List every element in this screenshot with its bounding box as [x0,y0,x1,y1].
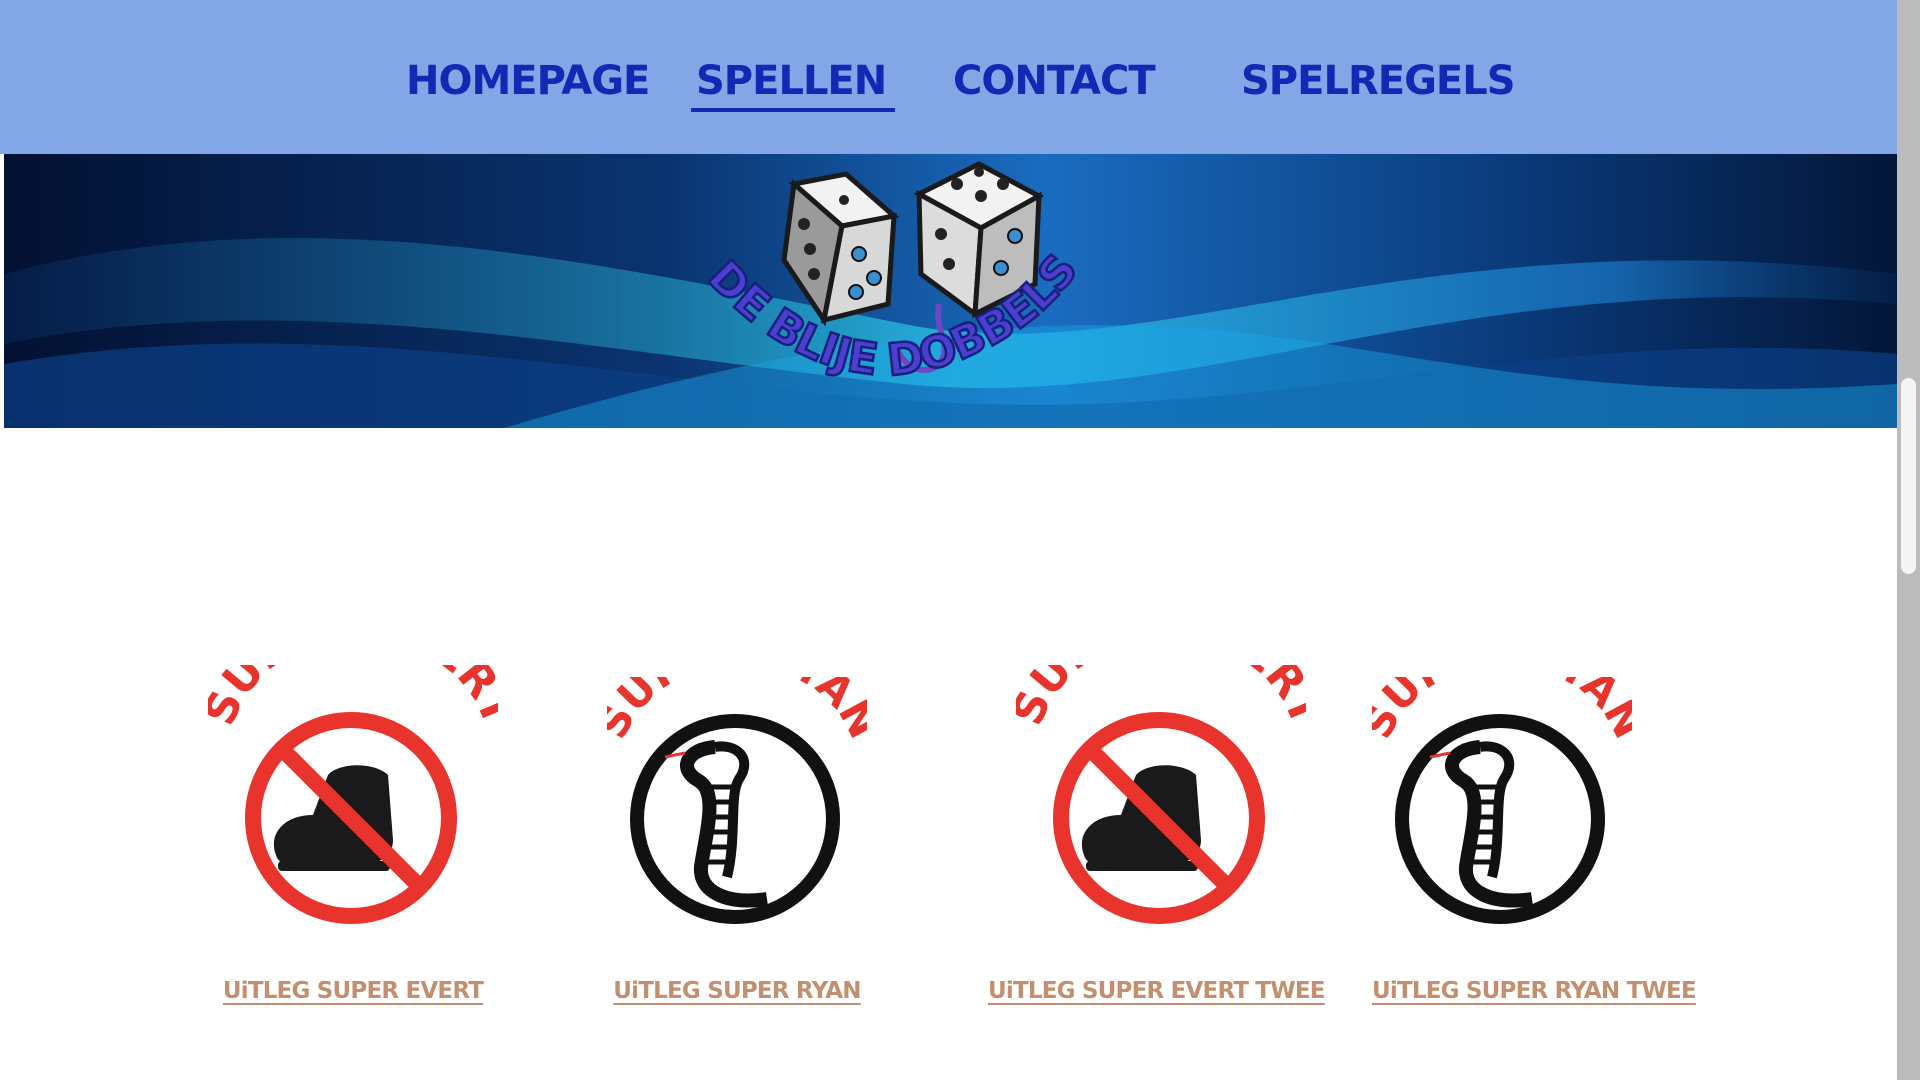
uitleg-super-evert-twee-link[interactable]: UiTLEG SUPER EVERT TWEE [988,978,1326,1012]
header-banner: DE BLIJE DOBBELSTEEN [4,154,1897,428]
dice-icon: DE BLIJE DOBBELSTEEN [684,154,1089,388]
logo-title: SUPER RYAN [607,677,867,746]
svg-text:SUPER RYAN: SUPER RYAN [1372,677,1632,746]
super-ryan-logo[interactable]: SUPER RYAN [607,677,867,932]
logo-title: SUPER RYAN [1372,677,1632,746]
nav-contact[interactable]: CONTACT [953,58,1156,110]
nav-spelregels[interactable]: SPELREGELS [1241,58,1516,110]
super-evert-logo[interactable]: SUPER EVERT [208,665,498,930]
super-ryan-logo[interactable]: SUPER RYAN [1372,677,1632,932]
uitleg-super-ryan-link[interactable]: UiTLEG SUPER RYAN [587,978,887,1012]
scrollbar-thumb[interactable] [1901,378,1916,574]
uitleg-super-ryan-twee-link[interactable]: UiTLEG SUPER RYAN TWEE [1372,978,1697,1012]
cobra-icon [1395,714,1605,924]
uitleg-super-evert-link[interactable]: UiTLEG SUPER EVERT [198,978,508,1012]
nav-spellen[interactable]: SPELLEN [690,58,896,112]
vertical-scrollbar[interactable] [1897,0,1920,1080]
super-evert-logo[interactable]: SUPER EVERT [1016,665,1306,930]
cobra-icon [630,714,840,924]
nav-homepage[interactable]: HOMEPAGE [406,58,650,110]
no-boot-icon [245,712,457,924]
top-navigation: HOMEPAGE SPELLEN CONTACT SPELREGELS [0,0,1897,154]
svg-text:SUPER RYAN: SUPER RYAN [607,677,867,746]
no-boot-icon [1053,712,1265,924]
